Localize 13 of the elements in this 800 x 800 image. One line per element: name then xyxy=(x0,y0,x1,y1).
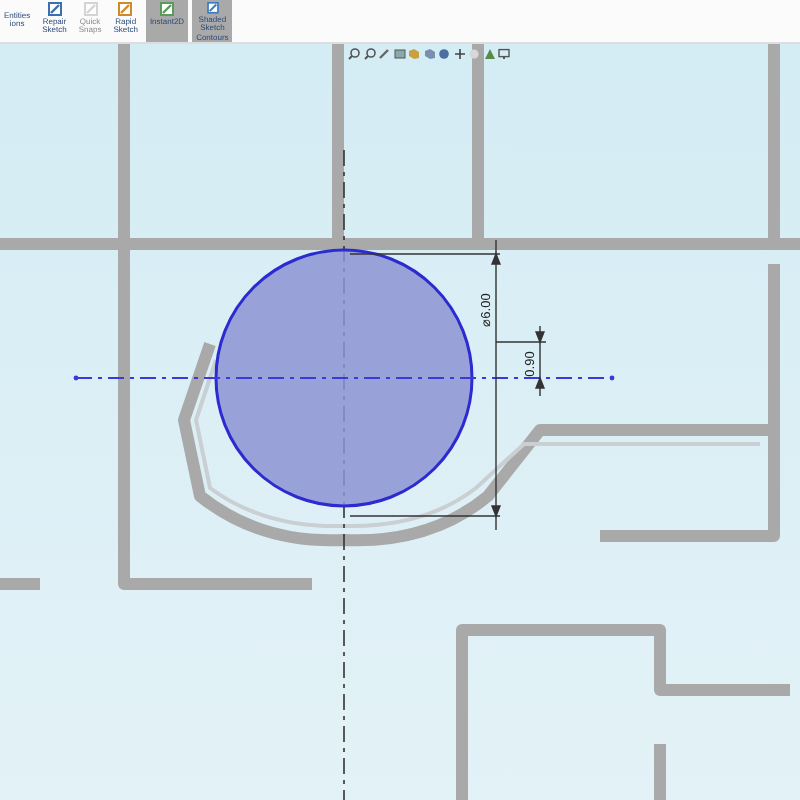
pencil-icon[interactable] xyxy=(378,48,390,60)
sketch-tool-icon xyxy=(160,2,174,16)
offset-dimension-lines xyxy=(495,325,547,397)
crosshair-icon[interactable] xyxy=(453,48,465,60)
monitor-icon[interactable] xyxy=(498,48,510,60)
display-icon[interactable] xyxy=(438,48,450,60)
scene-icon[interactable] xyxy=(483,48,495,60)
sketch-circle[interactable] xyxy=(214,248,474,508)
zoom-icon[interactable] xyxy=(348,48,360,60)
zoom-icon[interactable] xyxy=(363,48,375,60)
box-icon[interactable] xyxy=(393,48,405,60)
sketch-tool-icon xyxy=(205,2,220,14)
sketch-tool-icon xyxy=(83,2,98,16)
